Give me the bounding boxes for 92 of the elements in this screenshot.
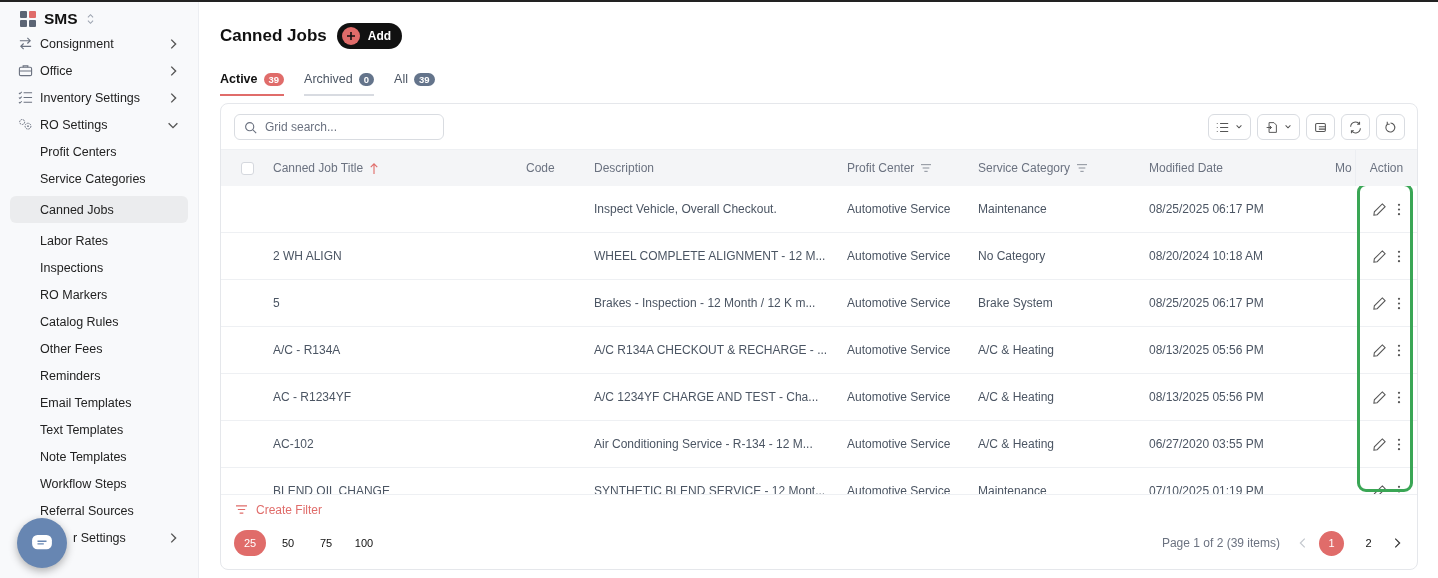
- table-cell-text: Brakes - Inspection - 12 Month / 12 K m...: [594, 296, 817, 310]
- table-cell-text: 08/13/2025 05:56 PM: [1149, 343, 1265, 357]
- table-cell-text: Automotive Service: [847, 390, 952, 404]
- table-cell-text: A/C R134A CHECKOUT & RECHARGE - ...: [594, 343, 829, 357]
- brand-name: SMS: [44, 10, 78, 28]
- table-cell-text: A/C - R134A: [273, 343, 342, 357]
- tab[interactable]: Active 39: [220, 64, 285, 96]
- table-cell-text: Maintenance: [978, 202, 1048, 216]
- sidebar-item[interactable]: Office: [10, 57, 188, 84]
- page-size-option[interactable]: 75: [310, 530, 342, 556]
- gears-icon: [18, 117, 33, 132]
- column-header[interactable]: Canned Job Title: [273, 161, 380, 175]
- refresh-icon: [1349, 120, 1362, 134]
- add-button[interactable]: Add: [336, 23, 403, 49]
- caret-icon: [1284, 123, 1292, 131]
- sidebar-subitem[interactable]: Inspections: [10, 254, 188, 281]
- table-cell-text: A/C & Heating: [978, 390, 1056, 404]
- page-size-option[interactable]: 100: [348, 530, 380, 556]
- table-cell-text: Automotive Service: [847, 202, 952, 216]
- refresh-button[interactable]: [1341, 114, 1370, 140]
- sidebar-subitem[interactable]: Labor Rates: [10, 227, 188, 254]
- page-title: Canned Jobs: [220, 26, 327, 46]
- page-button[interactable]: 2: [1356, 530, 1381, 556]
- table-cell-text: 5: [273, 296, 281, 310]
- undo-icon: [1384, 120, 1397, 134]
- table-cell-text: WHEEL COMPLETE ALIGNMENT - 12 M...: [594, 249, 827, 263]
- column-header[interactable]: Mo: [1335, 161, 1352, 175]
- plus-icon: [341, 27, 360, 45]
- caret-icon: [1235, 123, 1243, 131]
- table-cell-text: AC - R1234YF: [273, 390, 353, 404]
- columns-button[interactable]: [1306, 114, 1335, 140]
- table-cell-text: Inspect Vehicle, Overall Checkout.: [594, 202, 778, 216]
- sidebar-subitem[interactable]: Note Templates: [10, 443, 188, 470]
- tab[interactable]: All 39: [394, 64, 435, 96]
- sidebar-subitem[interactable]: Other Fees: [10, 335, 188, 362]
- select-all-checkbox[interactable]: [241, 161, 254, 175]
- list-icon: [1216, 120, 1229, 134]
- table-cell-text: A/C & Heating: [978, 343, 1056, 357]
- checklist-icon: [18, 90, 33, 105]
- table-cell-text: A/C 1234YF CHARGE AND TEST - Cha...: [594, 390, 820, 404]
- table-cell-text: No Category: [978, 249, 1047, 263]
- column-header[interactable]: Modified Date: [1149, 161, 1224, 175]
- tab[interactable]: Archived 0: [304, 64, 375, 96]
- logo-icon: [20, 11, 36, 27]
- page-size-option[interactable]: 50: [272, 530, 304, 556]
- sort-arrow-icon[interactable]: [369, 161, 380, 175]
- sidebar-item[interactable]: Consignment: [10, 30, 188, 57]
- sidebar-subitem[interactable]: Reminders: [10, 362, 188, 389]
- table-cell-text: 08/25/2025 06:17 PM: [1149, 296, 1265, 310]
- filter-icon: [235, 504, 248, 515]
- sidebar-subitem[interactable]: Profit Centers: [10, 138, 188, 165]
- column-header[interactable]: Code: [526, 161, 555, 175]
- sidebar-subitem[interactable]: Referral Sources: [10, 497, 188, 524]
- switcher-icon[interactable]: [85, 13, 95, 25]
- sidebar-item[interactable]: RO Settings: [10, 111, 188, 138]
- column-header[interactable]: Action: [1369, 161, 1404, 175]
- list-view-button[interactable]: [1208, 114, 1251, 140]
- sidebar-subitem[interactable]: Catalog Rules: [10, 308, 188, 335]
- table-cell-text: A/C & Heating: [978, 437, 1056, 451]
- columns-icon: [1314, 120, 1327, 134]
- sidebar-subitem[interactable]: Canned Jobs: [10, 196, 188, 223]
- table-cell-text: 08/20/2024 10:18 AM: [1149, 249, 1265, 263]
- table-cell-text: Air Conditioning Service - R-134 - 12 M...: [594, 437, 814, 451]
- sidebar-item[interactable]: Inventory Settings: [10, 84, 188, 111]
- table-cell-text: 08/25/2025 06:17 PM: [1149, 202, 1265, 216]
- sidebar-item[interactable]: r Settings: [10, 524, 188, 551]
- search-field[interactable]: Grid search...: [234, 114, 444, 140]
- column-header[interactable]: Profit Center: [847, 161, 933, 175]
- chat-icon: [31, 534, 53, 552]
- column-header[interactable]: Description: [594, 161, 655, 175]
- export-icon: [1265, 120, 1278, 134]
- export-button[interactable]: [1257, 114, 1300, 140]
- table-cell-text: Brake System: [978, 296, 1054, 310]
- table-cell-text: Automotive Service: [847, 343, 952, 357]
- column-header[interactable]: Service Category: [978, 161, 1089, 175]
- sidebar-subitem[interactable]: Service Categories: [10, 165, 188, 192]
- sidebar-subitem[interactable]: Text Templates: [10, 416, 188, 443]
- table-cell-text: 2 WH ALIGN: [273, 249, 343, 263]
- table-cell-text: Automotive Service: [847, 249, 952, 263]
- page-summary: Page 1 of 2 (39 items): [1161, 536, 1280, 550]
- table-cell-text: Automotive Service: [847, 296, 952, 310]
- table-cell-text: 06/27/2020 03:55 PM: [1149, 437, 1265, 451]
- arrows-icon: [18, 36, 33, 51]
- table-cell-text: 08/13/2025 05:56 PM: [1149, 390, 1265, 404]
- table-cell-text: Automotive Service: [847, 437, 952, 451]
- sidebar-subitem[interactable]: Email Templates: [10, 389, 188, 416]
- sidebar-subitem[interactable]: RO Markers: [10, 281, 188, 308]
- sidebar-subitem[interactable]: Workflow Steps: [10, 470, 188, 497]
- reset-button[interactable]: [1376, 114, 1405, 140]
- briefcase-icon: [18, 63, 33, 78]
- table-cell-text: AC-102: [273, 437, 315, 451]
- search-icon: [244, 121, 257, 134]
